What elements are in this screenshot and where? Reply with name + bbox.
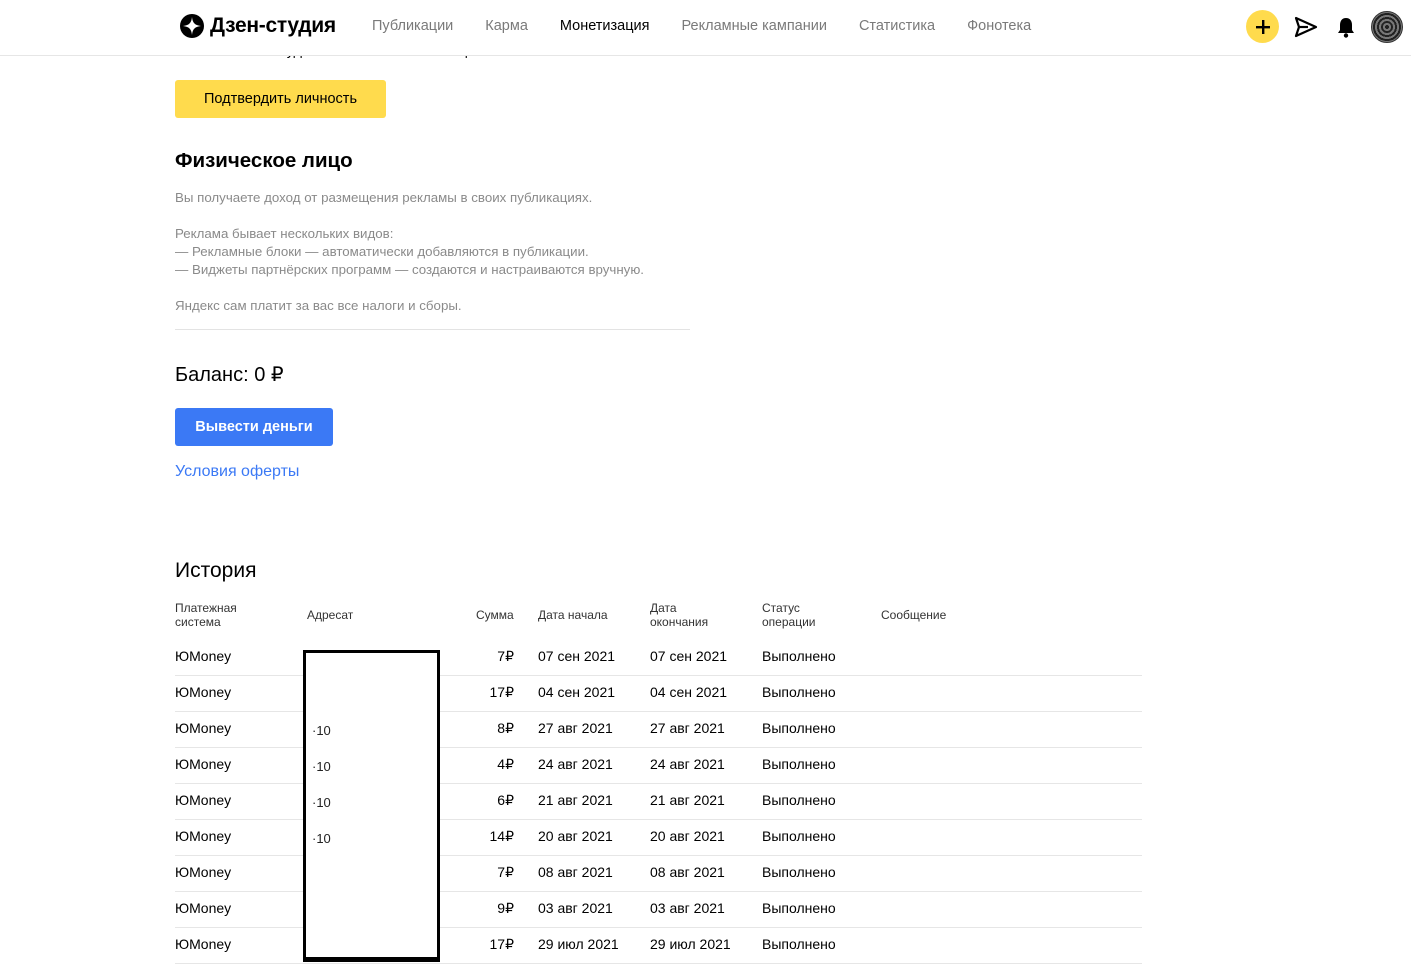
logo[interactable]: Дзен-студия <box>180 14 336 38</box>
cell-status: Выполнено <box>762 936 836 952</box>
cell-payment-system: ЮMoney <box>175 936 232 952</box>
cell-sum: 8₽ <box>497 720 514 736</box>
avatar[interactable] <box>1371 10 1403 43</box>
cell-start-date: 27 авг 2021 <box>538 720 613 736</box>
cell-payment-system: ЮMoney <box>175 684 232 700</box>
cell-payment-system: ЮMoney <box>175 828 232 844</box>
cell-sum: 7₽ <box>497 864 514 880</box>
cell-end-date: 29 июл 2021 <box>650 936 731 952</box>
cell-start-date: 08 авг 2021 <box>538 864 613 880</box>
description-line: Яндекс сам платит за вас все налоги и сб… <box>175 298 462 313</box>
send-icon <box>1294 16 1318 37</box>
description-line: Вы получаете доход от размещения рекламы… <box>175 190 593 205</box>
nav-ad-campaigns[interactable]: Рекламные кампании <box>682 18 827 34</box>
cell-payment-system: ЮMoney <box>175 720 232 736</box>
cell-start-date: 03 авг 2021 <box>538 900 613 916</box>
send-button[interactable] <box>1293 14 1319 40</box>
cell-sum: 14₽ <box>489 828 514 844</box>
withdraw-button[interactable]: Вывести деньги <box>175 408 333 446</box>
column-header-sum: Сумма <box>476 608 514 622</box>
cell-sum: 4₽ <box>497 756 514 772</box>
cell-sum: 17₽ <box>489 684 514 700</box>
cell-payment-system: ЮMoney <box>175 864 232 880</box>
nav-monetization[interactable]: Монетизация <box>560 18 650 34</box>
nav-audio-library[interactable]: Фонотека <box>967 18 1031 34</box>
plus-icon <box>1255 19 1270 34</box>
cell-sum: 17₽ <box>489 936 514 952</box>
column-header-start-date: Дата начала <box>538 608 608 622</box>
cell-end-date: 21 авг 2021 <box>650 792 725 808</box>
page: вашего канала будет отключена монетизаци… <box>0 0 1411 965</box>
nav-statistics[interactable]: Статистика <box>859 18 935 34</box>
cell-status: Выполнено <box>762 720 836 736</box>
cell-status: Выполнено <box>762 792 836 808</box>
balance-label: Баланс: 0 ₽ <box>175 364 284 386</box>
top-header: Дзен-студия Публикации Карма Монетизация… <box>0 0 1411 56</box>
cell-payment-system: ЮMoney <box>175 756 232 772</box>
column-header-message: Сообщение <box>881 608 947 622</box>
bell-icon <box>1338 17 1354 38</box>
column-header-address: Адресат <box>307 608 354 622</box>
cell-start-date: 29 июл 2021 <box>538 936 619 952</box>
cell-payment-system: ЮMoney <box>175 648 232 664</box>
description-line: — Рекламные блоки — автоматически добавл… <box>175 244 589 259</box>
cell-status: Выполнено <box>762 864 836 880</box>
cell-start-date: 04 сен 2021 <box>538 684 616 700</box>
cell-payment-system: ЮMoney <box>175 900 232 916</box>
redacted-address-block: ·10 ·10 ·10 ·10 <box>303 650 440 962</box>
cell-status: Выполнено <box>762 684 836 700</box>
description-line: — Виджеты партнёрских программ — создают… <box>175 262 644 277</box>
cell-status: Выполнено <box>762 648 836 664</box>
cell-end-date: 04 сен 2021 <box>650 684 728 700</box>
cell-sum: 7₽ <box>497 648 514 664</box>
cell-start-date: 07 сен 2021 <box>538 648 616 664</box>
nav-publications[interactable]: Публикации <box>372 18 453 34</box>
create-button[interactable] <box>1246 10 1279 43</box>
history-title: История <box>175 559 257 582</box>
nav-karma[interactable]: Карма <box>485 18 528 34</box>
logo-text: Дзен-студия <box>210 14 336 37</box>
cell-sum: 9₽ <box>497 900 514 916</box>
offer-terms-link[interactable]: Условия оферты <box>175 463 299 481</box>
cell-status: Выполнено <box>762 828 836 844</box>
cell-sum: 6₽ <box>497 792 514 808</box>
cell-end-date: 08 авг 2021 <box>650 864 725 880</box>
cell-payment-system: ЮMoney <box>175 792 232 808</box>
cell-status: Выполнено <box>762 756 836 772</box>
notifications-button[interactable] <box>1333 14 1359 40</box>
individual-section-title: Физическое лицо <box>175 149 353 172</box>
cell-start-date: 20 авг 2021 <box>538 828 613 844</box>
cell-end-date: 24 авг 2021 <box>650 756 725 772</box>
column-header-system: Платежная система <box>175 601 237 629</box>
header-actions <box>1246 10 1403 43</box>
cell-status: Выполнено <box>762 900 836 916</box>
column-header-status: Статус операции <box>762 601 816 629</box>
column-header-end-date: Дата окончания <box>650 601 709 629</box>
zen-logo-icon <box>180 14 204 38</box>
cell-end-date: 03 авг 2021 <box>650 900 725 916</box>
row-divider <box>175 963 1142 964</box>
cell-end-date: 20 авг 2021 <box>650 828 725 844</box>
verify-identity-button[interactable]: Подтвердить личность <box>175 80 386 118</box>
main-nav: Публикации Карма Монетизация Рекламные к… <box>372 18 1063 34</box>
description-line: Реклама бывает нескольких видов: <box>175 226 394 241</box>
cell-start-date: 24 авг 2021 <box>538 756 613 772</box>
cell-end-date: 27 авг 2021 <box>650 720 725 736</box>
section-divider <box>175 329 690 330</box>
cell-end-date: 07 сен 2021 <box>650 648 728 664</box>
cell-start-date: 21 авг 2021 <box>538 792 613 808</box>
